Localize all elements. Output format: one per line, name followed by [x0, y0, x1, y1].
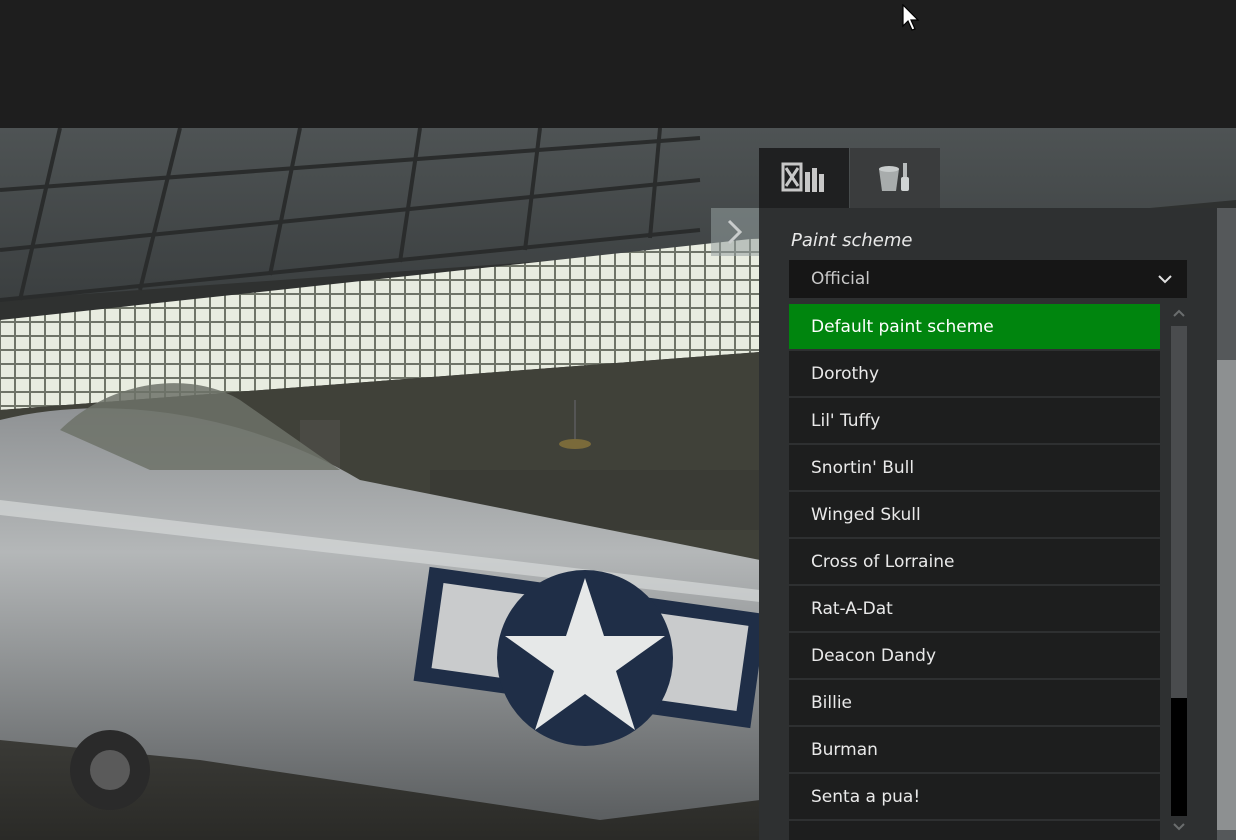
paint-scheme-list: Default paint scheme Dorothy Lil' Tuffy Sno…	[789, 304, 1161, 840]
tab-loadout[interactable]	[759, 148, 849, 208]
list-item-label: Dorothy	[811, 363, 880, 384]
list-item[interactable]: Dorothy	[789, 351, 1160, 396]
list-item[interactable]: Senta a pua!	[789, 774, 1160, 819]
list-item[interactable]: Burman	[789, 727, 1160, 772]
chevron-up-icon	[1173, 309, 1185, 317]
fuel-ammo-loadout-icon	[781, 162, 824, 192]
selected-list-item[interactable]: Default paint scheme	[789, 304, 1160, 349]
paint-scheme-dropdown[interactable]: Official	[789, 260, 1187, 298]
tab-paint-scheme[interactable]	[850, 148, 940, 208]
list-item[interactable]	[789, 821, 1160, 840]
list-item-label: Deacon Dandy	[811, 645, 937, 666]
chevron-right-icon	[727, 219, 743, 245]
list-item-label: Default paint scheme	[811, 316, 994, 337]
paint-scheme-panel: Paint scheme Official Default paint sche…	[759, 208, 1217, 840]
list-item-label: Billie	[811, 692, 853, 713]
list-item[interactable]: Winged Skull	[789, 492, 1160, 537]
list-item-label: Burman	[811, 739, 878, 760]
chevron-down-icon	[1173, 823, 1185, 831]
chevron-down-icon	[1158, 275, 1172, 284]
paint-scheme-dropdown-value: Official	[811, 269, 871, 289]
list-item[interactable]: Cross of Lorraine	[789, 539, 1160, 584]
scroll-thumb[interactable]	[1171, 326, 1187, 699]
scroll-down-button[interactable]	[1171, 818, 1187, 836]
list-item-label: Snortin' Bull	[811, 457, 915, 478]
list-item[interactable]: Lil' Tuffy	[789, 398, 1160, 443]
collapse-panel-button[interactable]	[711, 208, 759, 256]
list-item[interactable]: Snortin' Bull	[789, 445, 1160, 490]
list-item-label: Senta a pua!	[811, 786, 921, 807]
panel-tab-bar	[759, 148, 940, 208]
list-item-label: Winged Skull	[811, 504, 921, 525]
paint-bucket-brush-icon	[879, 163, 909, 191]
scroll-up-button[interactable]	[1171, 304, 1187, 322]
list-item-label: Rat-A-Dat	[811, 598, 893, 619]
panel-title: Paint scheme	[791, 230, 913, 251]
mouse-cursor-icon	[902, 4, 920, 31]
list-item[interactable]: Rat-A-Dat	[789, 586, 1160, 631]
list-item-label: Cross of Lorraine	[811, 551, 955, 572]
list-item[interactable]: Billie	[789, 680, 1160, 725]
scroll-track[interactable]	[1171, 326, 1187, 816]
list-item-label: Lil' Tuffy	[811, 410, 881, 431]
list-item[interactable]: Deacon Dandy	[789, 633, 1160, 678]
list-scrollbar[interactable]	[1171, 304, 1187, 840]
